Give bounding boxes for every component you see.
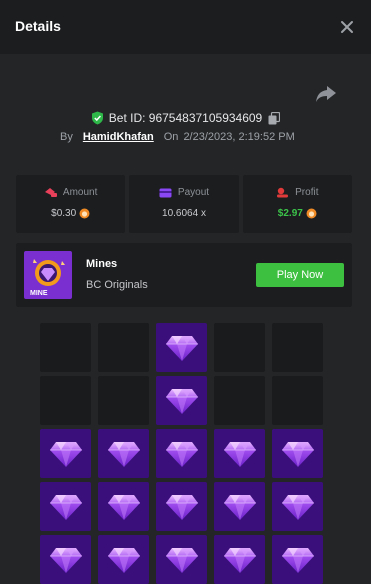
gem-tile[interactable] xyxy=(156,376,207,425)
bet-datetime: 2/23/2023, 2:19:52 PM xyxy=(183,131,295,143)
gem-tile[interactable] xyxy=(40,429,91,478)
amount-stat: Amount $0.30 xyxy=(16,175,126,233)
on-label: On xyxy=(163,131,179,143)
payout-value: 10.6064 x xyxy=(162,208,206,219)
amount-label: Amount xyxy=(62,187,98,198)
hidden-tile[interactable] xyxy=(214,376,265,425)
gem-icon xyxy=(107,440,141,468)
gem-tile[interactable] xyxy=(40,535,91,584)
payout-label: Payout xyxy=(177,187,210,198)
payout-stat: Payout 10.6064 x xyxy=(129,175,239,233)
gem-tile[interactable] xyxy=(272,482,323,531)
gem-icon xyxy=(49,440,83,468)
hidden-tile[interactable] xyxy=(40,323,91,372)
gem-icon xyxy=(165,546,199,574)
bet-id-row: Bet ID: 96754837105934609 xyxy=(0,109,371,127)
gem-icon xyxy=(49,493,83,521)
bettor-row: By HamidKhafan On 2/23/2023, 2:19:52 PM xyxy=(60,129,295,145)
gem-icon xyxy=(165,493,199,521)
gem-icon xyxy=(49,546,83,574)
mines-logo-text: MINE xyxy=(30,290,48,297)
mines-board xyxy=(40,323,325,584)
profit-stat: Profit $2.97 xyxy=(242,175,352,233)
gem-tile[interactable] xyxy=(156,429,207,478)
gem-icon xyxy=(165,334,199,362)
gem-tile[interactable] xyxy=(272,429,323,478)
gem-icon xyxy=(281,440,315,468)
hidden-tile[interactable] xyxy=(98,376,149,425)
amount-value: $0.30 xyxy=(51,208,77,219)
gem-icon xyxy=(107,493,141,521)
mines-thumbnail[interactable]: MINE xyxy=(24,251,72,299)
payout-icon xyxy=(159,188,172,197)
gem-icon xyxy=(223,493,257,521)
coin-icon xyxy=(79,208,90,219)
gem-tile[interactable] xyxy=(214,429,265,478)
gem-icon xyxy=(165,387,199,415)
game-name: Mines xyxy=(86,258,118,270)
hidden-tile[interactable] xyxy=(214,323,265,372)
hidden-tile[interactable] xyxy=(272,376,323,425)
gem-tile[interactable] xyxy=(156,535,207,584)
shield-check-icon xyxy=(91,111,103,125)
coin-icon xyxy=(306,208,317,219)
page-title: Details xyxy=(15,18,61,34)
profit-icon xyxy=(277,187,289,198)
profit-value: $2.97 xyxy=(277,208,303,219)
gem-tile[interactable] xyxy=(214,535,265,584)
gem-tile[interactable] xyxy=(272,535,323,584)
gem-tile[interactable] xyxy=(40,482,91,531)
share-icon[interactable] xyxy=(315,84,337,104)
gem-tile[interactable] xyxy=(98,482,149,531)
play-now-button[interactable]: Play Now xyxy=(256,263,344,287)
gem-icon xyxy=(223,546,257,574)
copy-icon[interactable] xyxy=(268,111,281,125)
profit-label: Profit xyxy=(295,187,319,198)
gem-tile[interactable] xyxy=(156,323,207,372)
gem-icon xyxy=(107,546,141,574)
by-label: By xyxy=(60,131,73,143)
bet-id: Bet ID: 96754837105934609 xyxy=(108,111,263,125)
username-link[interactable]: HamidKhafan xyxy=(83,131,154,143)
gem-icon xyxy=(223,440,257,468)
hidden-tile[interactable] xyxy=(98,323,149,372)
gem-icon xyxy=(281,493,315,521)
gem-tile[interactable] xyxy=(98,535,149,584)
close-icon[interactable] xyxy=(338,18,356,36)
bet-stats: Amount $0.30 Payout 10.6064 x Profit $2.… xyxy=(16,175,352,233)
gem-icon xyxy=(281,546,315,574)
gem-tile[interactable] xyxy=(156,482,207,531)
gem-tile[interactable] xyxy=(214,482,265,531)
amount-icon xyxy=(44,188,57,197)
gem-tile[interactable] xyxy=(98,429,149,478)
details-header: Details xyxy=(0,0,371,54)
hidden-tile[interactable] xyxy=(40,376,91,425)
game-card: MINE Mines BC Originals Play Now xyxy=(16,243,352,307)
game-provider: BC Originals xyxy=(86,279,148,291)
gem-icon xyxy=(165,440,199,468)
hidden-tile[interactable] xyxy=(272,323,323,372)
